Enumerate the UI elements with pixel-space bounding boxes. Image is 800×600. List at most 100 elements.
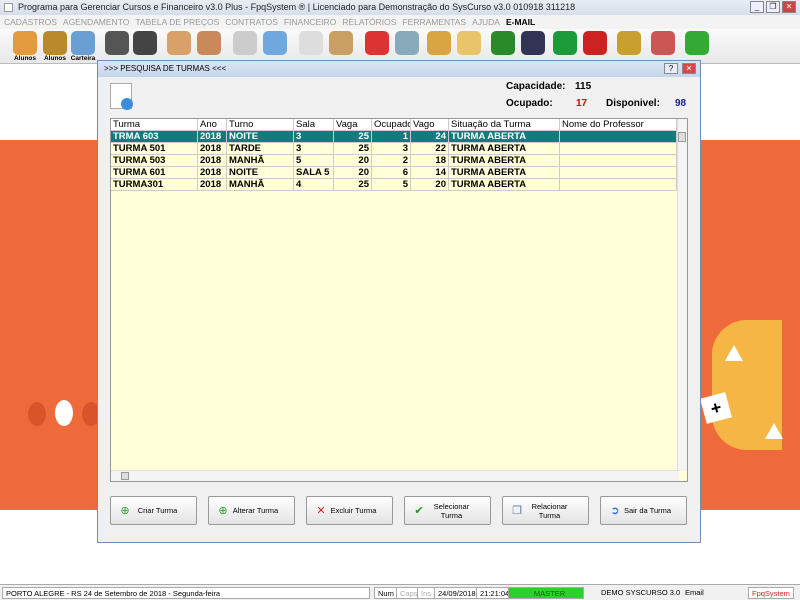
toolbar-button[interactable] [684, 31, 710, 55]
toolbar-button[interactable] [104, 31, 130, 55]
menu-item[interactable]: RELATÓRIOS [342, 15, 396, 29]
help-button[interactable]: ? [664, 63, 678, 74]
toolbar-button[interactable] [426, 31, 452, 55]
minimize-button[interactable]: _ [750, 1, 764, 13]
table-cell: 6 [372, 167, 411, 179]
table-cell [560, 167, 677, 179]
dialog-close-button[interactable]: ✕ [682, 63, 696, 74]
grid-header: Turma Ano Turno Sala Vaga Ocupado Vago Situação… [111, 119, 687, 131]
toolbar-button[interactable] [132, 31, 158, 55]
toolbar-label: Alunos [13, 55, 37, 62]
toolbar-button[interactable]: Carteira [70, 31, 96, 62]
menu-item-email[interactable]: E-MAIL [506, 15, 535, 29]
column-header[interactable]: Turno [227, 119, 294, 131]
column-header[interactable]: Vaga [334, 119, 372, 131]
scroll-thumb[interactable] [121, 472, 129, 480]
books-icon [521, 31, 545, 55]
toolbar-button[interactable] [166, 31, 192, 55]
toolbar-button[interactable] [232, 31, 258, 55]
relate-doc-icon: ❐ [512, 504, 522, 517]
column-header[interactable]: Ocupado [372, 119, 411, 131]
button-label: Selecionar Turma [433, 501, 470, 520]
column-header[interactable]: Sala [294, 119, 334, 131]
toolbar-button[interactable] [490, 31, 516, 55]
dollar-red-icon [583, 31, 607, 55]
table-cell: 4 [294, 179, 334, 191]
menu-item[interactable]: CONTRATOS [225, 15, 278, 29]
table-cell: 25 [334, 179, 372, 191]
toolbar-button[interactable] [520, 31, 546, 55]
status-email[interactable]: Email [682, 587, 707, 599]
menu-item[interactable]: FERRAMENTAS [402, 15, 466, 29]
table-cell: TURMA ABERTA [449, 155, 560, 167]
restore-button[interactable]: ❐ [766, 1, 780, 13]
selecionar-turma-button[interactable]: ✔ Selecionar Turma [404, 496, 491, 525]
column-header[interactable]: Ano [198, 119, 227, 131]
column-header[interactable]: Vago [411, 119, 449, 131]
menu-item[interactable]: TABELA DE PREÇOS [135, 15, 219, 29]
table-cell: TURMA ABERTA [449, 179, 560, 191]
relacionar-turma-button[interactable]: ❐ Relacionar Turma [502, 496, 589, 525]
capacidade-value: 115 [575, 81, 592, 92]
status-db: DEMO SYSCURSO 3.0 [601, 588, 681, 597]
toolbar-button[interactable]: Alunos [12, 31, 38, 62]
alterar-turma-button[interactable]: ⊕ Alterar Turma [208, 496, 295, 525]
toolbar-button[interactable] [582, 31, 608, 55]
turmas-grid[interactable]: Turma Ano Turno Sala Vaga Ocupado Vago Situação… [110, 118, 688, 482]
table-cell: TARDE [227, 143, 294, 155]
menu-item[interactable]: AJUDA [472, 15, 500, 29]
toolbar-button[interactable] [394, 31, 420, 55]
table-row[interactable]: TURMA301 2018 MANHÃ 4 25 5 20 TURMA ABERTA [111, 179, 687, 191]
table-cell: SALA 5 [294, 167, 334, 179]
table-row[interactable]: TRMA 603 2018 NOITE 3 25 1 24 TURMA ABERTA [111, 131, 687, 143]
coin-icon [43, 31, 67, 55]
toolbar-button[interactable] [298, 31, 324, 55]
table-row[interactable]: TURMA 601 2018 NOITE SALA 5 20 6 14 TURMA ABERT… [111, 167, 687, 179]
archive-icon [427, 31, 451, 55]
toolbar-button[interactable] [262, 31, 288, 55]
toolbar-button[interactable] [196, 31, 222, 55]
table-cell [560, 131, 677, 143]
table-cell: 18 [411, 155, 449, 167]
menu-item[interactable]: CADASTROS [4, 15, 57, 29]
monitor-icon [133, 31, 157, 55]
search-doc-icon [395, 31, 419, 55]
decor-triangle [765, 423, 783, 439]
excluir-turma-button[interactable]: ✕ Excluir Turma [306, 496, 393, 525]
badge-icon [105, 31, 129, 55]
toolbar-button[interactable] [552, 31, 578, 55]
add-doc-icon: ⊕ [120, 504, 130, 517]
table-cell: TURMA 503 [111, 155, 198, 167]
sair-turma-button[interactable]: ➲ Sair da Turma [600, 496, 687, 525]
column-header[interactable]: Turma [111, 119, 198, 131]
criar-turma-button[interactable]: ⊕ Criar Turma [110, 496, 197, 525]
horizontal-scrollbar[interactable] [111, 470, 679, 481]
exit-arrow-icon: ➲ [610, 504, 620, 517]
dialog-title-bar: >>> PESQUISA DE TURMAS <<< ? ✕ [98, 61, 700, 77]
column-header[interactable]: Nome do Professor [560, 119, 677, 131]
capacidade-label: Capacidade: [506, 81, 566, 92]
toolbar-button[interactable] [650, 31, 676, 55]
toolbar-button[interactable] [364, 31, 390, 55]
vertical-scrollbar[interactable] [677, 119, 687, 471]
table-cell: 3 [294, 143, 334, 155]
menu-item[interactable]: FINANCEIRO [284, 15, 336, 29]
toolbar-button[interactable] [616, 31, 642, 55]
close-button[interactable]: ✕ [782, 1, 796, 13]
toolbar-button[interactable] [456, 31, 482, 55]
table-row[interactable]: TURMA 503 2018 MANHÃ 5 20 2 18 TURMA ABERTA [111, 155, 687, 167]
toolbar-button[interactable]: Alunos [42, 31, 68, 62]
status-user: MASTER [508, 587, 584, 599]
table-cell: 3 [372, 143, 411, 155]
table-cell: TURMA 601 [111, 167, 198, 179]
decor-triangle [725, 345, 743, 361]
disponivel-label: Disponivel: [606, 98, 660, 109]
support-icon [651, 31, 675, 55]
status-brand: FpqSystem [748, 587, 794, 599]
delete-doc-icon: ✕ [316, 504, 326, 517]
scroll-thumb[interactable] [678, 132, 686, 142]
toolbar-button[interactable] [328, 31, 354, 55]
menu-item[interactable]: AGENDAMENTO [63, 15, 129, 29]
table-row[interactable]: TURMA 501 2018 TARDE 3 25 3 22 TURMA ABERTA [111, 143, 687, 155]
column-header[interactable]: Situação da Turma [449, 119, 560, 131]
